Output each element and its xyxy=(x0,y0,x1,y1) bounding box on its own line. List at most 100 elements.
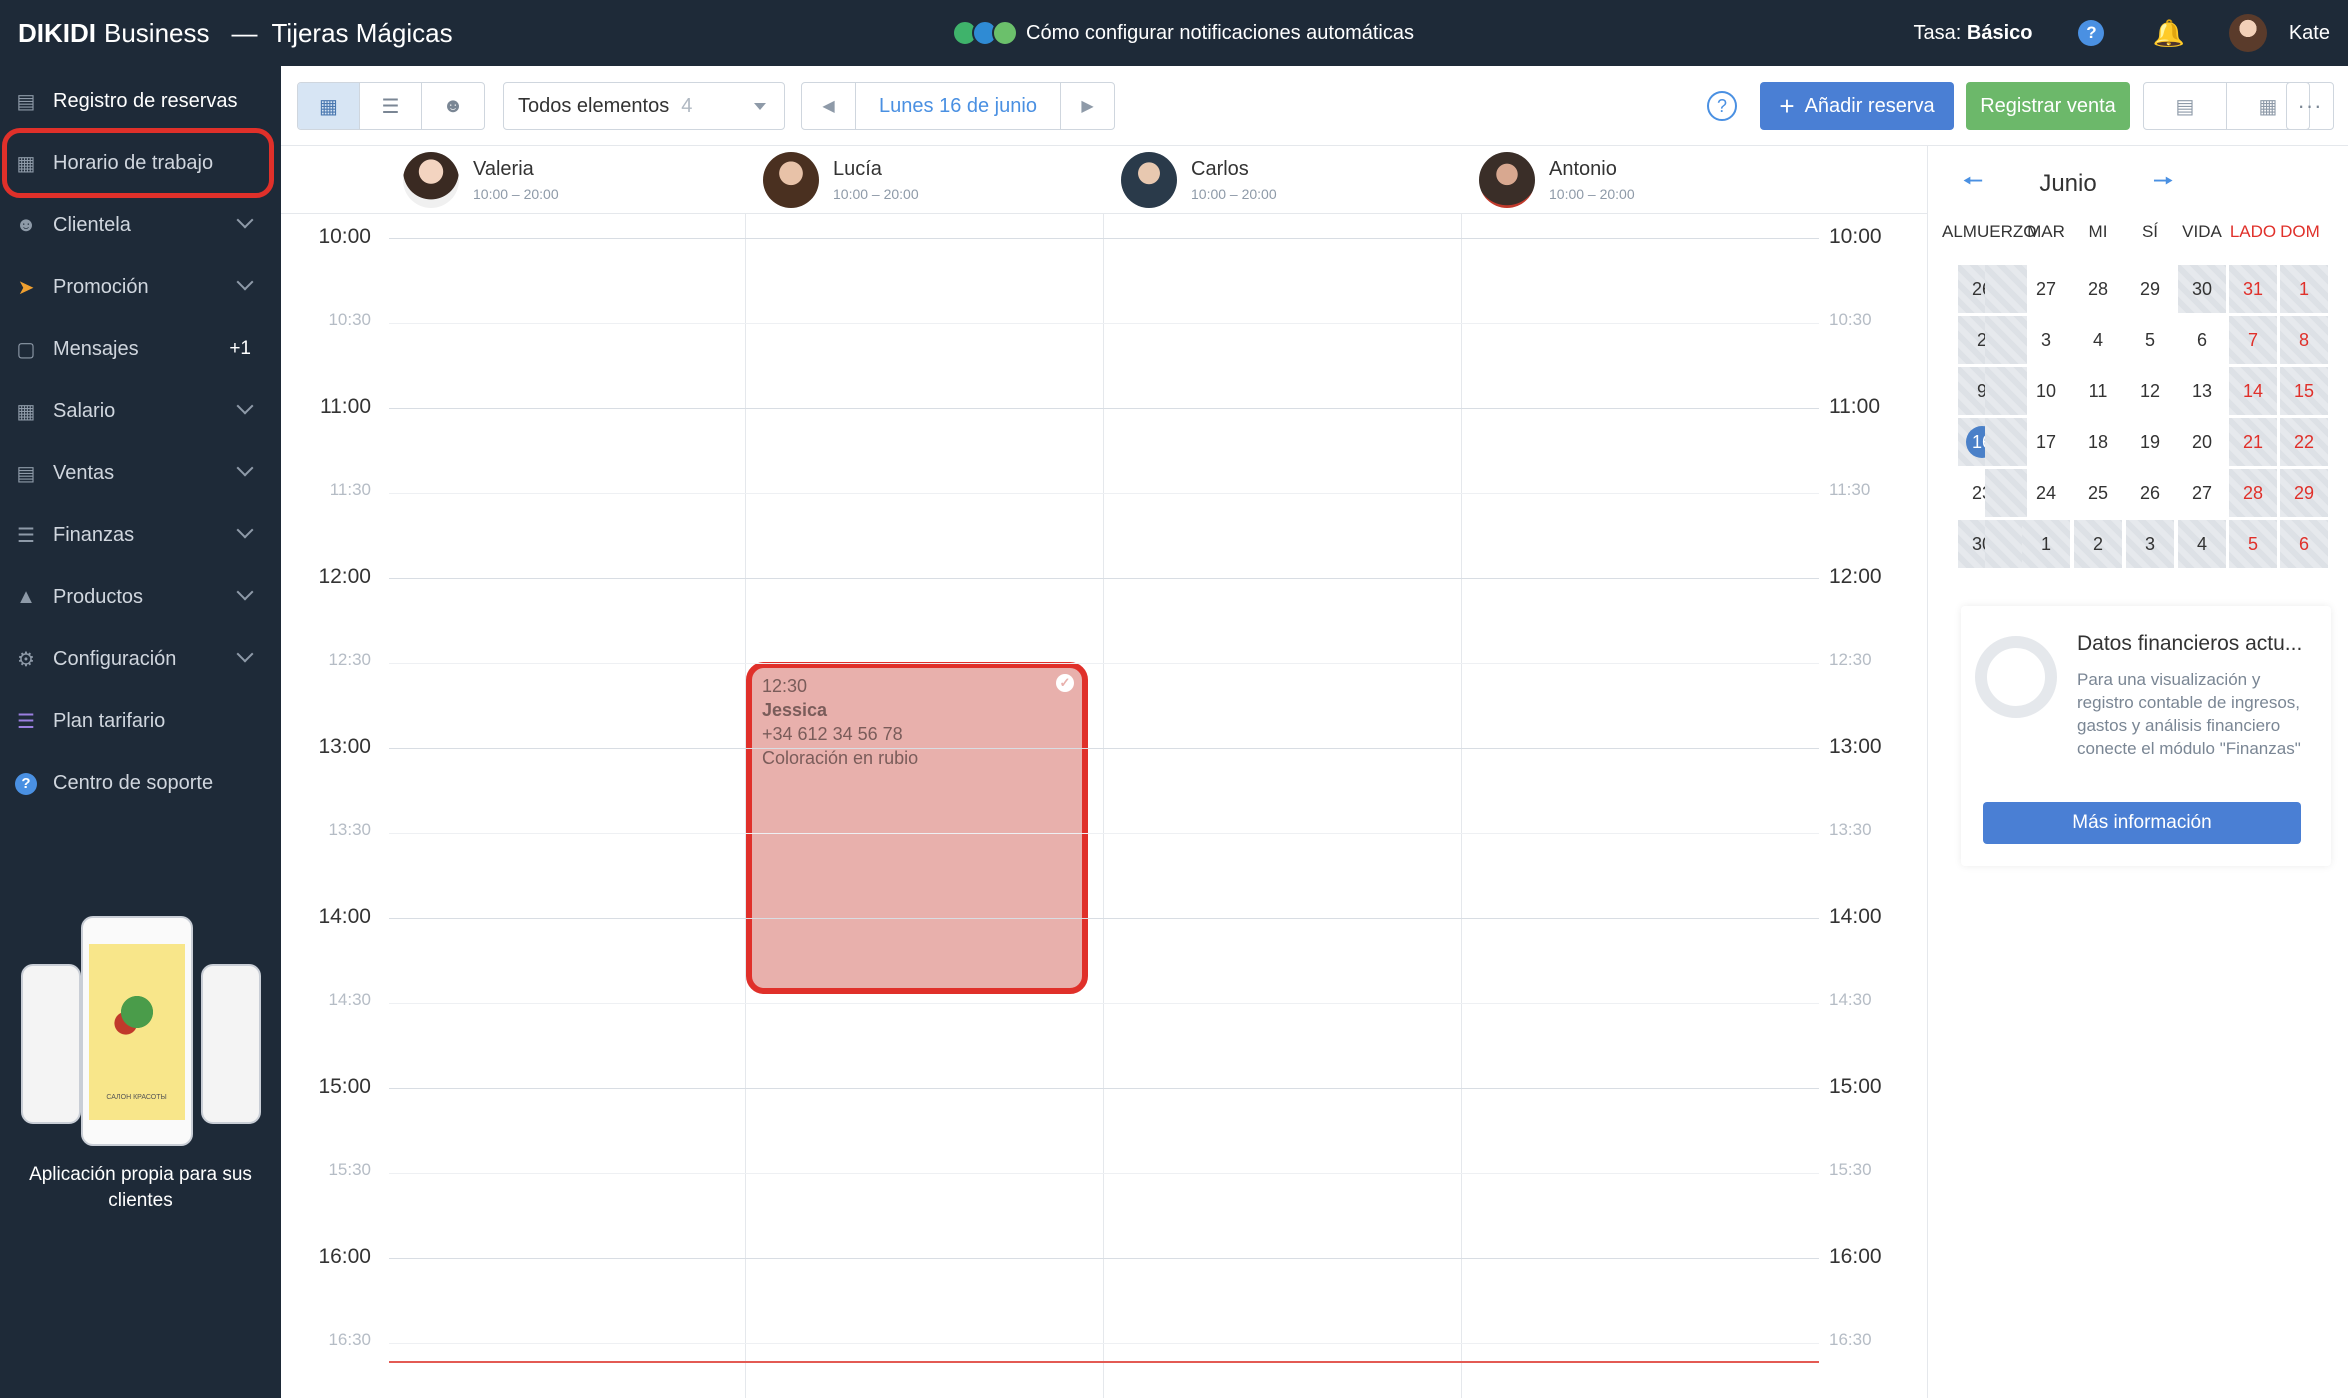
calendar-day[interactable]: 12 xyxy=(2126,367,2174,415)
calendar-day[interactable]: 29 xyxy=(2280,469,2328,517)
hint-text: Cómo configurar notificaciones automátic… xyxy=(1026,21,1414,44)
booking-card[interactable]: ✓ 12:30 Jessica +34 612 34 56 78 Colorac… xyxy=(746,662,1088,994)
calendar-day[interactable]: 4 xyxy=(2074,316,2122,364)
more-info-button[interactable]: Más información xyxy=(1983,802,2301,844)
sidebar-item-mensajes[interactable]: ▢ Mensajes +1 xyxy=(0,318,281,380)
calendar-day[interactable]: 2 xyxy=(2074,520,2122,568)
mini-calendar-header: 🠔 Junio 🠖 xyxy=(1928,164,2208,204)
arrow-right-icon[interactable]: 🠖 xyxy=(2153,164,2174,205)
phones-illustration: САЛОН КРАСОТЫ xyxy=(20,916,261,1146)
calendar-day[interactable]: 7 xyxy=(2229,316,2277,364)
calendar-day[interactable]: 18 xyxy=(2074,418,2122,466)
bell-icon[interactable]: 🔔 xyxy=(2152,18,2184,49)
current-date[interactable]: Lunes 16 de junio xyxy=(856,95,1060,118)
phone-screen-text: САЛОН КРАСОТЫ xyxy=(106,1094,167,1101)
calendar-day[interactable]: 6 xyxy=(2280,520,2328,568)
filter-label: Todos elementos xyxy=(518,94,670,117)
calendar-day[interactable]: 20 xyxy=(2178,418,2226,466)
calendar-day[interactable]: 6 xyxy=(2178,316,2226,364)
calendar-day[interactable]: 3 xyxy=(2022,316,2070,364)
calendar-day[interactable]: 5 xyxy=(2229,520,2277,568)
calendar-day[interactable]: 8 xyxy=(2280,316,2328,364)
calendar-day[interactable]: 26 xyxy=(2126,469,2174,517)
register-sale-button[interactable]: Registrar venta xyxy=(1966,82,2130,130)
cart-icon: ▲ xyxy=(16,585,36,608)
list-view-icon[interactable]: ☰ xyxy=(360,83,422,129)
day-gap xyxy=(1985,520,2027,568)
brand[interactable]: DIKIDI Business — Tijeras Mágicas xyxy=(18,0,453,66)
help-icon[interactable]: ? xyxy=(1707,91,1737,121)
calendar-day[interactable]: 3 xyxy=(2126,520,2174,568)
time-label-right: 12:00 xyxy=(1829,565,1882,588)
calendar-day[interactable]: 5 xyxy=(2126,316,2174,364)
table-icon: ▦ xyxy=(16,400,36,423)
calendar-day[interactable]: 1 xyxy=(2280,265,2328,313)
staff-column-lucia[interactable]: Lucía 10:00 – 20:00 xyxy=(763,146,919,214)
calendar-day[interactable]: 29 xyxy=(2126,265,2174,313)
avatar xyxy=(403,152,459,208)
calendar-day[interactable]: 30 xyxy=(2178,265,2226,313)
calendar-day[interactable]: 22 xyxy=(2280,418,2328,466)
calendar-day[interactable]: 17 xyxy=(2022,418,2070,466)
calendar-day[interactable]: 27 xyxy=(2022,265,2070,313)
calendar-view-icon[interactable]: ▦ xyxy=(298,83,360,129)
help-icon[interactable]: ? xyxy=(2078,20,2105,46)
elements-filter-dropdown[interactable]: Todos elementos 4 xyxy=(503,82,785,130)
staff-name: Carlos xyxy=(1191,158,1249,180)
prev-day-button[interactable]: ◀ xyxy=(802,83,856,129)
calendar-day[interactable]: 10 xyxy=(2022,367,2070,415)
calendar-day[interactable]: 11 xyxy=(2074,367,2122,415)
calendar-day[interactable]: 24 xyxy=(2022,469,2070,517)
time-gridline xyxy=(389,663,1819,664)
staff-column-carlos[interactable]: Carlos 10:00 – 20:00 xyxy=(1121,146,1277,214)
more-options-button[interactable]: ··· xyxy=(2286,82,2334,130)
calendar-day[interactable]: 28 xyxy=(2074,265,2122,313)
calendar-day[interactable]: 21 xyxy=(2229,418,2277,466)
sidebar: ▤ Registro de reservas ▦ Horario de trab… xyxy=(0,66,281,1398)
staff-column-valeria[interactable]: Valeria 10:00 – 20:00 xyxy=(403,146,559,214)
sidebar-item-label: Finanzas xyxy=(53,523,135,546)
sidebar-item-label: Mensajes xyxy=(53,337,139,360)
sidebar-item-promocion[interactable]: ➤ Promoción xyxy=(0,256,281,318)
user-name[interactable]: Kate xyxy=(2289,22,2330,45)
notifications-hint-link[interactable]: Cómo configurar notificaciones automátic… xyxy=(952,14,1414,52)
calendar-day[interactable]: 13 xyxy=(2178,367,2226,415)
booking-time: 12:30 xyxy=(762,676,808,696)
staff-column-antonio[interactable]: Antonio 10:00 – 20:00 xyxy=(1479,146,1635,214)
sidebar-item-configuracion[interactable]: ⚙ Configuración xyxy=(0,628,281,690)
plan-info[interactable]: Tasa: Básico xyxy=(1914,22,2033,45)
next-day-button[interactable]: ▶ xyxy=(1060,83,1114,129)
staff-view-icon[interactable]: ☻ xyxy=(422,83,484,129)
chevron-down-icon xyxy=(236,521,254,539)
sidebar-item-ventas[interactable]: ▤ Ventas xyxy=(0,442,281,504)
add-document-icon[interactable]: ▤ xyxy=(2143,82,2227,130)
calendar-day[interactable]: 28 xyxy=(2229,469,2277,517)
time-gridline xyxy=(389,238,1819,239)
calendar-day[interactable]: 4 xyxy=(2178,520,2226,568)
time-gridline xyxy=(389,1003,1819,1004)
user-avatar[interactable] xyxy=(2228,14,2267,52)
app-promo[interactable]: САЛОН КРАСОТЫ Aplicación propia para sus… xyxy=(0,916,281,1214)
schedule-grid[interactable]: ✓ 12:30 Jessica +34 612 34 56 78 Colorac… xyxy=(281,214,1927,1398)
sidebar-item-finanzas[interactable]: ☰ Finanzas xyxy=(0,504,281,566)
calendar-day[interactable]: 19 xyxy=(2126,418,2174,466)
add-booking-button[interactable]: + Añadir reserva xyxy=(1760,82,1954,130)
time-label-right: 11:00 xyxy=(1829,395,1880,418)
sidebar-item-productos[interactable]: ▲ Productos xyxy=(0,566,281,628)
sidebar-item-registro[interactable]: ▤ Registro de reservas xyxy=(0,70,281,132)
calendar-day[interactable]: 14 xyxy=(2229,367,2277,415)
calendar-day[interactable]: 27 xyxy=(2178,469,2226,517)
calendar-day[interactable]: 15 xyxy=(2280,367,2328,415)
arrow-left-icon[interactable]: 🠔 xyxy=(1962,164,1983,205)
sidebar-item-salario[interactable]: ▦ Salario xyxy=(0,380,281,442)
caret-down-icon xyxy=(754,103,766,110)
book-icon: ▤ xyxy=(16,90,36,113)
calendar-day[interactable]: 25 xyxy=(2074,469,2122,517)
sidebar-item-soporte[interactable]: ? Centro de soporte xyxy=(0,752,281,814)
sidebar-item-clientela[interactable]: ☻ Clientela xyxy=(0,194,281,256)
calendar-day[interactable]: 1 xyxy=(2022,520,2070,568)
sidebar-item-plan-tarifario[interactable]: ☰ Plan tarifario xyxy=(0,690,281,752)
calendar-day[interactable]: 31 xyxy=(2229,265,2277,313)
unread-badge: +1 xyxy=(229,338,251,359)
time-gridline xyxy=(389,918,1819,919)
